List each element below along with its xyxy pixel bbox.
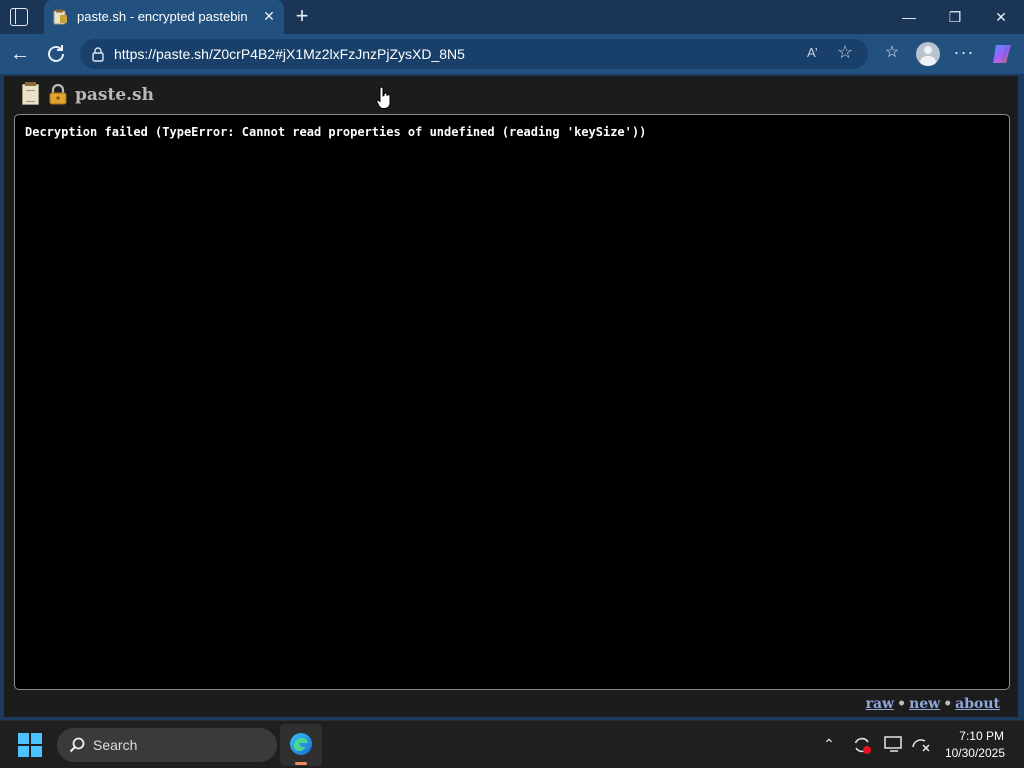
refresh-icon[interactable] <box>44 42 68 66</box>
show-hidden-icons-chevron-icon[interactable]: ⌃ <box>820 735 838 753</box>
search-label: Search <box>93 737 138 753</box>
windows-start-icon[interactable] <box>18 733 42 757</box>
tab-actions-icon[interactable] <box>10 8 28 26</box>
new-tab-icon[interactable]: + <box>290 4 314 28</box>
site-info-lock-icon[interactable] <box>90 46 106 62</box>
browser-tab[interactable]: paste.sh - encrypted pastebin ✕ <box>44 0 284 34</box>
close-window-icon[interactable]: ✕ <box>988 6 1014 28</box>
tab-close-icon[interactable]: ✕ <box>260 7 278 25</box>
taskbar: Search ⌃ 7:10 PM 10/30/2025 <box>0 720 1024 768</box>
tab-title: paste.sh - encrypted pastebin <box>77 9 248 24</box>
site-title[interactable]: paste.sh <box>75 85 154 105</box>
profile-avatar-icon[interactable] <box>916 42 940 66</box>
display-icon[interactable] <box>884 735 904 753</box>
add-favorite-star-icon[interactable]: ☆ <box>837 42 853 63</box>
footer-separator: • <box>943 696 953 712</box>
url-text[interactable]: https://paste.sh/Z0crP4B2#jX1Mz2lxFzJnzP… <box>114 46 465 62</box>
taskbar-edge-app[interactable] <box>280 724 322 766</box>
page-viewport: paste.sh Decryption failed (TypeError: C… <box>4 76 1018 717</box>
active-app-indicator <box>295 762 307 765</box>
hand-cursor-icon <box>376 86 391 109</box>
edge-icon <box>290 733 312 755</box>
favorites-icon[interactable]: ☆ <box>881 42 903 64</box>
browser-titlebar: paste.sh - encrypted pastebin ✕ + — ❐ ✕ <box>0 0 1024 34</box>
address-bar[interactable]: https://paste.sh/Z0crP4B2#jX1Mz2lxFzJnzP… <box>80 39 868 69</box>
search-icon <box>69 737 85 753</box>
decryption-error-text: Decryption failed (TypeError: Cannot rea… <box>25 125 647 139</box>
sync-status-icon[interactable] <box>851 734 873 756</box>
minimize-icon[interactable]: — <box>896 6 922 28</box>
paste-favicon-icon <box>53 9 67 25</box>
taskbar-search[interactable]: Search <box>57 728 277 762</box>
browser-toolbar: ← https://paste.sh/Z0crP4B2#jX1Mz2lxFzJn… <box>0 34 1024 74</box>
footer-separator: • <box>897 696 907 712</box>
raw-link[interactable]: raw <box>866 696 895 712</box>
padlock-icon <box>49 83 67 105</box>
new-link[interactable]: new <box>909 696 940 712</box>
back-arrow-icon[interactable]: ← <box>8 42 32 66</box>
footer-links: raw • new • about <box>866 696 1000 712</box>
site-header: paste.sh <box>4 76 1018 114</box>
more-options-icon[interactable]: ··· <box>952 40 976 64</box>
paste-content-area[interactable]: Decryption failed (TypeError: Cannot rea… <box>14 114 1010 690</box>
copilot-icon[interactable] <box>990 42 1014 66</box>
clock-date[interactable]: 10/30/2025 <box>945 746 1005 760</box>
clock-time[interactable]: 7:10 PM <box>959 729 1004 743</box>
restore-icon[interactable]: ❐ <box>942 6 968 28</box>
read-aloud-icon[interactable]: A’ <box>807 45 818 60</box>
notepad-icon <box>22 82 39 105</box>
network-disconnected-icon[interactable] <box>911 735 931 753</box>
about-link[interactable]: about <box>955 696 1000 712</box>
